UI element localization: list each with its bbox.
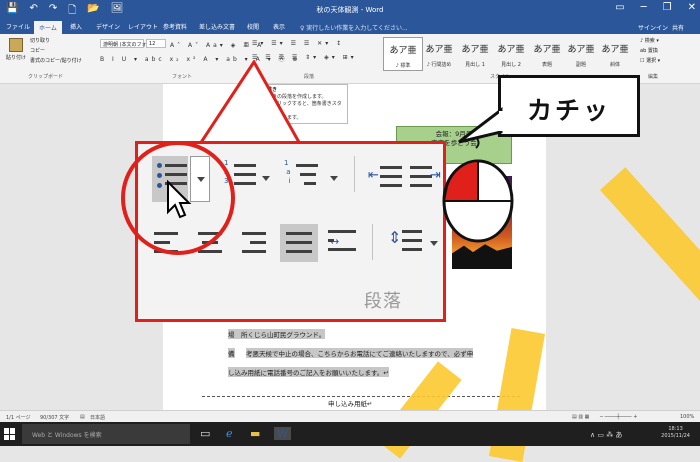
callout-pointer — [197, 60, 303, 146]
word-count[interactable]: 90/307 文字 — [40, 414, 69, 421]
separator — [372, 224, 373, 260]
window-title: 秋の天体観測 - Word — [316, 6, 384, 14]
separator — [354, 156, 355, 192]
font-name-box[interactable]: 游明朝 (本文のフォン — [100, 39, 152, 48]
task-view-icon[interactable]: ▭ — [200, 427, 210, 440]
cut-line — [202, 396, 520, 397]
restore-button[interactable]: ❐ — [663, 2, 672, 13]
system-tray-icons[interactable]: ∧ ▭ ⁂ あ — [590, 430, 622, 440]
ribbon-display-icon[interactable]: ▭ — [615, 2, 624, 13]
font-tools-row1[interactable]: A˄ A˅ Aa▾ ◈ 亜 A — [170, 40, 264, 49]
click-sound-bubble: カチッ — [498, 75, 640, 137]
decrease-indent-icon: ⇤ — [368, 168, 379, 183]
style-name: ♪ 行間詰め — [426, 62, 452, 68]
clipboard-icon — [9, 38, 23, 52]
style-name: 見出し 1 — [465, 62, 485, 68]
tab-mailings[interactable]: 差し込み文書 — [199, 22, 235, 31]
style-sample: あア亜 — [389, 46, 417, 56]
tab-insert[interactable]: 挿入 — [70, 22, 82, 31]
bubble-text: カチッ — [526, 96, 611, 125]
tab-layout[interactable]: レイアウト — [128, 22, 158, 31]
tab-file[interactable]: ファイル — [6, 22, 30, 31]
taskbar-search[interactable]: Web と Windows を検索 — [22, 424, 190, 444]
style-name: 見出し 2 — [501, 62, 521, 68]
tab-home[interactable]: ホーム — [34, 21, 62, 34]
taskbar: Web と Windows を検索 ▭ ℯ ▬ W ∧ ▭ ⁂ あ 18:13 … — [0, 422, 700, 446]
tab-review[interactable]: 校閲 — [247, 22, 259, 31]
edge-icon[interactable]: ℯ — [226, 427, 233, 440]
cut-button[interactable]: 切り取り — [30, 37, 50, 44]
group-label-editing: 編集 — [648, 74, 659, 80]
close-button[interactable]: ✕ — [688, 2, 696, 13]
view-buttons[interactable]: ▤ ▥ ▦ — [572, 414, 589, 420]
increase-indent-button[interactable]: ⇥ — [410, 164, 442, 192]
paragraph-group-label: 段落 — [364, 291, 402, 312]
ribbon-tabs: ファイル ホーム 挿入 デザイン レイアウト 参考資料 差し込み文書 校閲 表示… — [0, 20, 700, 34]
tell-me-search[interactable]: ♀ 実行したい作業を入力してください... — [300, 23, 408, 32]
zoom-level[interactable]: 100% — [680, 414, 694, 420]
language[interactable]: 日本語 — [90, 414, 105, 421]
tab-design[interactable]: デザイン — [96, 22, 120, 31]
group-label-clipboard: クリップボード — [28, 74, 64, 80]
style-sample: あア亜 — [425, 45, 453, 55]
style-heading-1[interactable]: あア亜 見出し 1 — [455, 37, 495, 71]
status-bar: 1/1 ページ 90/307 文字 ▤ 日本語 ▤ ▥ ▦ ─ ────┼───… — [0, 410, 700, 422]
style-emphasis[interactable]: あア亜 斜体 — [595, 37, 635, 71]
page-count[interactable]: 1/1 ページ — [6, 414, 31, 421]
file-explorer-icon[interactable]: ▬ — [250, 427, 260, 440]
style-name: ♪ 標準 — [395, 63, 411, 69]
paragraph-tools-row1[interactable]: ☰▾ ☰▾ ☰ ☰ ✕▾ ↕ — [252, 40, 344, 47]
select-button[interactable]: ☐ 選択 ▾ — [640, 57, 660, 64]
format-painter-button[interactable]: 書式のコピー/貼り付け — [30, 57, 82, 64]
line-spacing-button[interactable]: ⇕ — [388, 226, 440, 260]
proofing-icon[interactable]: ▤ — [80, 414, 85, 420]
minimize-button[interactable]: ─ — [641, 2, 647, 13]
group-label-font: フォント — [172, 74, 193, 80]
multilevel-list-icon: 1 a i — [284, 159, 291, 185]
note-label[interactable]: 備 — [228, 348, 235, 358]
windows-start-icon[interactable] — [4, 428, 16, 440]
tab-references[interactable]: 参考資料 — [163, 22, 187, 31]
title-bar: 💾 ↶ ↷ 🗋 📂 🖼 秋の天体観測 - Word ▭ ─ ❐ ✕ — [0, 0, 700, 20]
note-line-1[interactable]: 考悪天候で中止の場合、こちらからお電話にてご連絡いたしますので、必ず申 — [246, 348, 474, 358]
note-line-2[interactable]: し込み用紙に電話番号のご記入をお願いいたします。↵ — [228, 367, 389, 377]
font-size-box[interactable]: 12 — [146, 39, 166, 48]
clock-time: 18:13 — [668, 426, 683, 432]
clock-date: 2015/11/24 — [661, 433, 690, 439]
distributed-button[interactable]: ↔ — [328, 226, 360, 260]
replace-button[interactable]: ab 置換 — [640, 47, 658, 54]
style-no-spacing[interactable]: あア亜 ♪ 行間詰め — [419, 37, 459, 71]
word-taskbar-icon[interactable]: W — [274, 427, 291, 440]
align-right-button[interactable] — [242, 228, 272, 258]
style-sample: あア亜 — [461, 45, 489, 55]
style-sample: あア亜 — [497, 45, 525, 55]
bubble-tail — [458, 106, 503, 144]
zoom-slider[interactable]: ─ ────┼──── + — [600, 414, 637, 420]
decrease-indent-button[interactable]: ⇤ — [368, 164, 402, 192]
tab-view[interactable]: 表示 — [273, 22, 285, 31]
justify-button[interactable] — [280, 224, 318, 262]
share-button[interactable]: 共有 — [672, 23, 684, 32]
clock[interactable]: 18:13 2015/11/24 — [661, 426, 690, 440]
paste-label: 貼り付け — [6, 55, 27, 61]
signin-link[interactable]: サインイン — [638, 23, 668, 32]
style-heading-2[interactable]: あア亜 見出し 2 — [491, 37, 531, 71]
copy-button[interactable]: コピー — [30, 47, 45, 54]
style-name: 斜体 — [609, 62, 620, 68]
style-normal[interactable]: あア亜 ♪ 標準 — [383, 37, 423, 71]
mouse-pointer-icon — [167, 180, 192, 219]
application-form-heading: 申し込み用紙↵ — [328, 400, 373, 408]
window-controls: ▭ ─ ❐ ✕ — [615, 2, 696, 13]
venue-line[interactable]: 場 所くじら山町民グラウンド。 — [228, 329, 326, 339]
find-button[interactable]: ♪ 検索 ▾ — [640, 37, 659, 44]
style-sample: あア亜 — [601, 45, 629, 55]
paste-button[interactable]: 貼り付け — [6, 38, 26, 64]
multilevel-list-button[interactable]: 1 a i — [284, 159, 340, 198]
line-spacing-icon: ⇕ — [388, 228, 402, 247]
hill-silhouette — [452, 244, 512, 269]
